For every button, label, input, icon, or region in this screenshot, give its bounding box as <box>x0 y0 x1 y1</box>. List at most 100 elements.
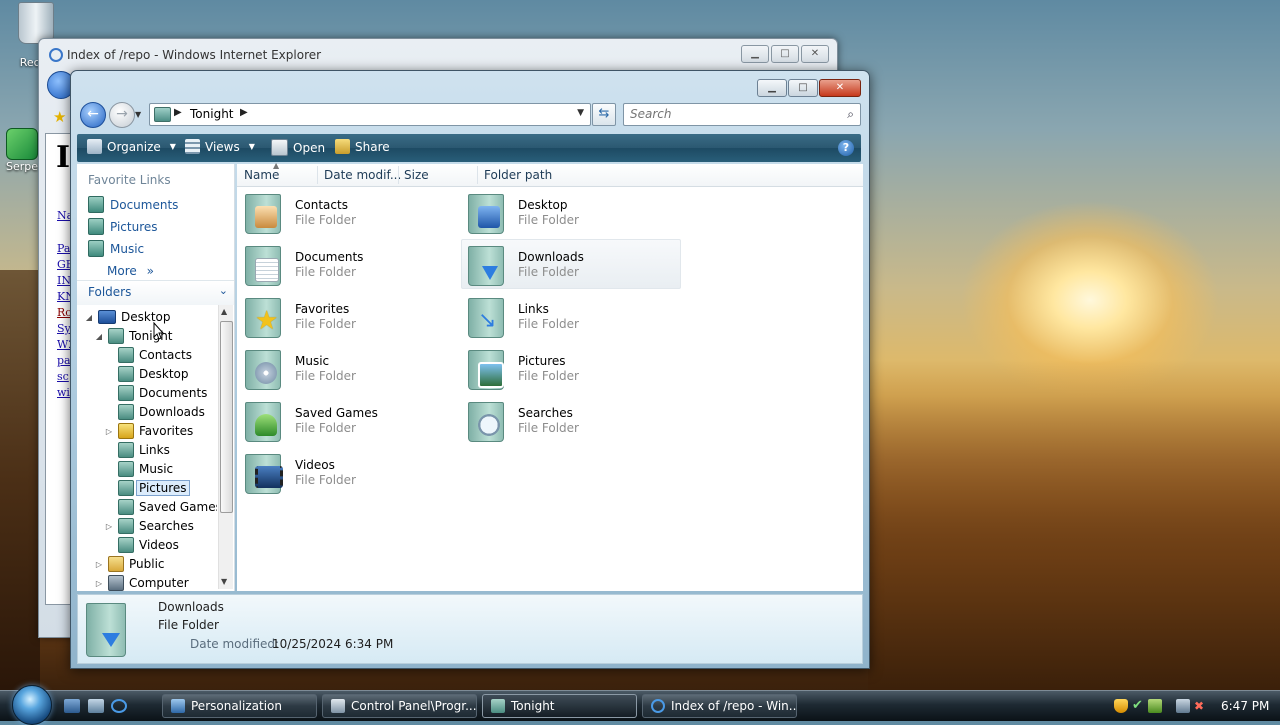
ie-page-link[interactable]: Pa <box>57 242 70 255</box>
folder-item-links[interactable]: ↘ Links File Folder <box>462 292 680 340</box>
folder-item-documents[interactable]: Documents File Folder <box>239 240 457 288</box>
taskbar-button-personalization[interactable]: Personalization <box>162 694 317 718</box>
address-bar[interactable]: ▶ Tonight ▶ ▼ <box>149 103 591 126</box>
tree-item-computer[interactable]: ▷ Computer <box>95 574 189 591</box>
folder-item-searches[interactable]: Searches File Folder <box>462 396 680 444</box>
ie-page-link[interactable]: sc <box>57 370 69 383</box>
expanded-triangle-icon[interactable]: ◢ <box>95 332 103 341</box>
search-input[interactable] <box>628 106 837 122</box>
switch-windows-icon[interactable] <box>88 699 104 713</box>
maximize-button[interactable]: □ <box>788 79 818 97</box>
collapsed-triangle-icon[interactable]: ▷ <box>95 579 103 588</box>
clock[interactable]: 6:47 PM <box>1221 699 1269 713</box>
folder-item-desktop[interactable]: Desktop File Folder <box>462 188 680 236</box>
ie-minimize-button[interactable]: ▁ <box>741 45 769 63</box>
taskbar-button-tonight[interactable]: Tonight <box>482 694 637 718</box>
tray-app-icon[interactable] <box>1148 699 1162 713</box>
internet-explorer-icon[interactable] <box>111 699 127 713</box>
recent-pages-chevron-down-icon[interactable]: ▼ <box>135 110 141 119</box>
expanded-triangle-icon[interactable]: ◢ <box>85 313 93 322</box>
checkmark-icon[interactable]: ✔ <box>1132 699 1146 713</box>
explorer-window[interactable]: ▁ □ ✕ ← → ▼ ▶ Tonight ▶ ▼ ⇆ ⌕ Organize ▼… <box>70 70 870 669</box>
favorite-link-documents[interactable]: Documents <box>88 196 178 213</box>
folder-item-videos[interactable]: Videos File Folder <box>239 448 457 496</box>
favorite-link-pictures[interactable]: Pictures <box>88 218 158 235</box>
ie-page-link[interactable]: wi <box>57 386 70 399</box>
scroll-up-icon[interactable]: ▲ <box>221 307 227 316</box>
ie-maximize-button[interactable]: □ <box>771 45 799 63</box>
folder-item-type: File Folder <box>518 368 579 383</box>
ie-close-button[interactable]: ✕ <box>801 45 829 63</box>
folder-item-music[interactable]: Music File Folder <box>239 344 457 392</box>
show-desktop-icon[interactable] <box>64 699 80 713</box>
folder-item-saved-games[interactable]: Saved Games File Folder <box>239 396 457 444</box>
folder-item-downloads[interactable]: Downloads File Folder <box>461 239 681 289</box>
folder-item-favorites[interactable]: ★ Favorites File Folder <box>239 292 457 340</box>
start-button[interactable] <box>12 685 52 725</box>
open-button[interactable]: Open <box>271 139 325 156</box>
search-icon[interactable]: ⌕ <box>847 107 854 122</box>
organize-button[interactable]: Organize ▼ <box>87 139 176 154</box>
close-button[interactable]: ✕ <box>819 79 861 97</box>
collapsed-triangle-icon[interactable]: ▷ <box>105 427 113 436</box>
taskbar: Personalization Control Panel\Progr... T… <box>0 685 1280 725</box>
views-button[interactable]: Views ▼ <box>185 139 255 154</box>
tree-item-searches[interactable]: ▷ Searches <box>105 517 194 535</box>
back-button[interactable]: ← <box>80 102 106 128</box>
tree-item-contacts[interactable]: Contacts <box>105 346 192 364</box>
share-button[interactable]: Share <box>335 139 390 154</box>
column-divider[interactable] <box>477 166 478 184</box>
folder-item-type: File Folder <box>518 420 579 435</box>
collapsed-triangle-icon[interactable]: ▷ <box>95 560 103 569</box>
tree-item-documents[interactable]: Documents <box>105 384 207 402</box>
tree-item-downloads[interactable]: Downloads <box>105 403 205 421</box>
tree-item-pictures[interactable]: Pictures <box>105 479 190 497</box>
videos-icon <box>245 450 285 494</box>
ie-page-link[interactable]: IN <box>57 274 71 287</box>
address-chevron-down-icon[interactable]: ▼ <box>577 108 584 118</box>
minimize-button[interactable]: ▁ <box>757 79 787 97</box>
folder-item-name: Searches <box>518 405 573 420</box>
tree-item-videos[interactable]: Videos <box>105 536 179 554</box>
favorite-link-label: Music <box>110 241 145 256</box>
ie-page-heading: I <box>56 140 71 175</box>
network-icon[interactable] <box>1176 699 1190 713</box>
serpent-app-icon <box>6 128 38 160</box>
tree-item-links[interactable]: Links <box>105 441 170 459</box>
breadcrumb-separator-icon[interactable]: ▶ <box>240 107 248 118</box>
folder-item-contacts[interactable]: Contacts File Folder <box>239 188 457 236</box>
favorite-link-music[interactable]: Music <box>88 240 144 257</box>
breadcrumb-separator-icon[interactable]: ▶ <box>174 107 182 118</box>
help-icon[interactable]: ? <box>838 140 854 156</box>
collapsed-triangle-icon[interactable]: ▷ <box>105 522 113 531</box>
volume-muted-icon[interactable]: ✖ <box>1194 699 1208 713</box>
tree-item-public[interactable]: ▷ Public <box>95 555 165 573</box>
breadcrumb-item-tonight[interactable]: Tonight <box>190 107 234 121</box>
ie-page-link[interactable]: pa <box>57 354 71 367</box>
refresh-button[interactable]: ⇆ <box>592 103 616 126</box>
column-divider[interactable] <box>317 166 318 184</box>
folder-item-pictures[interactable]: Pictures File Folder <box>462 344 680 392</box>
security-shield-icon[interactable] <box>1114 699 1128 713</box>
scrollbar-thumb[interactable] <box>220 321 233 513</box>
tree-item-desktop-sub[interactable]: Desktop <box>105 365 189 383</box>
ie-favorites-star-icon[interactable]: ★ <box>53 108 66 126</box>
tree-item-music[interactable]: Music <box>105 460 173 478</box>
scroll-down-icon[interactable]: ▼ <box>221 577 227 586</box>
favorite-links-more[interactable]: More » <box>107 264 154 278</box>
taskbar-button-internet-explorer[interactable]: Index of /repo - Win... <box>642 694 797 718</box>
column-header-size[interactable]: Size <box>404 168 429 182</box>
column-divider[interactable] <box>398 166 399 184</box>
tree-item-favorites[interactable]: ▷ Favorites <box>105 422 193 440</box>
folders-toggle[interactable]: Folders ⌄ <box>77 280 234 305</box>
ie-page-link[interactable]: Sy <box>57 322 71 335</box>
column-header-folder-path[interactable]: Folder path <box>484 168 552 182</box>
column-header-date-modified[interactable]: Date modif... <box>324 168 401 182</box>
taskbar-button-control-panel[interactable]: Control Panel\Progr... <box>322 694 477 718</box>
search-box[interactable]: ⌕ <box>623 103 861 126</box>
forward-button[interactable]: → <box>109 102 135 128</box>
taskbar-button-label: Index of /repo - Win... <box>671 699 797 713</box>
folder-tree-scrollbar[interactable]: ▲ ▼ <box>218 305 233 589</box>
column-header-name[interactable]: Name <box>244 168 279 182</box>
tree-item-saved-games[interactable]: Saved Games <box>105 498 217 516</box>
